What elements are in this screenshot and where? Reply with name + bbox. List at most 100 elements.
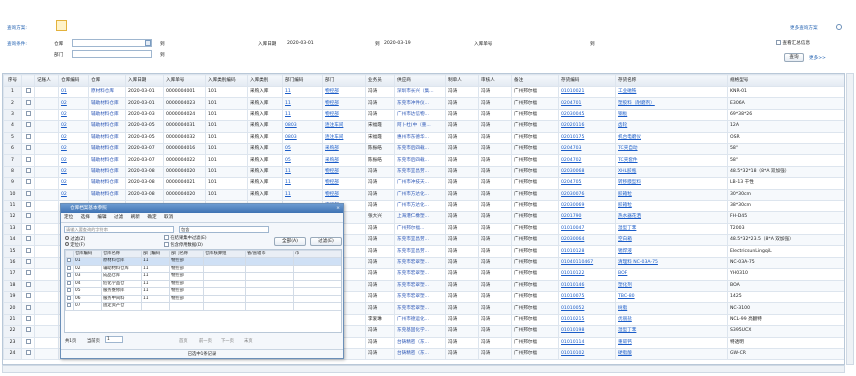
checkbox-icon[interactable] [25,350,31,356]
row-checkbox[interactable] [21,120,35,133]
checkbox-icon[interactable] [67,280,71,285]
vertical-scrollbar[interactable] [846,73,854,365]
row-checkbox[interactable] [21,347,35,361]
scheme-tag-icon[interactable] [56,20,67,31]
dialog-last-page[interactable]: 末页 [244,338,253,344]
row-checkbox[interactable] [21,131,35,144]
row-checkbox[interactable] [21,142,35,156]
dialog-row[interactable]: 05 服务维修库 11 物控部 [65,287,341,296]
dialog-close-icon[interactable]: × [336,204,340,213]
checkbox-icon[interactable] [25,327,31,333]
row-checkbox[interactable] [21,85,35,99]
tool-cancel[interactable]: 取消 [164,215,173,220]
date-to-input[interactable]: 2020-03-19 [384,41,411,46]
checkbox-icon[interactable] [25,270,31,276]
checkbox-icon[interactable] [25,293,31,299]
row-checkbox[interactable] [21,97,35,110]
dialog-row[interactable]: 03 成品仓库 11 物控部 [65,272,341,281]
dialog-row-checkbox[interactable] [65,272,74,281]
checkbox-icon[interactable] [67,303,71,307]
table-row[interactable]: 4 02 辅助材料仓库 2020-03-05 0000004031 101 采购入库 0803… [3,120,844,133]
dialog-col-header[interactable] [65,250,74,258]
tool-locate[interactable]: 定位 [64,215,73,220]
table-row[interactable]: 10 02 辅助材料仓库 2020-03-08 0000004020 101 采购入库 11 物… [3,188,844,201]
dialog-row[interactable]: 06 服务中间料 11 物控部 [65,294,341,303]
dialog-col-header[interactable]: 部门名称 [169,250,204,258]
row-checkbox[interactable] [21,199,35,213]
dialog-row-checkbox[interactable] [65,279,74,288]
dialog-row-checkbox[interactable] [65,264,74,273]
row-checkbox[interactable] [21,256,35,270]
tool-select[interactable]: 选择 [81,215,90,220]
dialog-row[interactable]: 02 辅助材料仓库 11 物控部 [65,264,341,273]
row-checkbox[interactable] [21,188,35,201]
chk-in-result[interactable]: 在结果集中过滤(E) [164,235,207,241]
checkbox-icon[interactable] [25,202,31,208]
row-checkbox[interactable] [21,313,35,327]
checkbox-icon[interactable] [25,133,31,139]
col-header[interactable]: 供应商 [394,74,446,87]
dialog-row-checkbox[interactable] [65,294,74,303]
col-header[interactable]: 制单人 [445,74,479,87]
summary-checkbox[interactable]: 查看汇总信息 [776,40,810,46]
warehouse-input[interactable] [72,39,152,47]
dialog-first-page[interactable]: 首页 [179,338,188,344]
checkbox-icon[interactable] [25,259,31,265]
checkbox-icon[interactable] [25,145,31,151]
table-row[interactable]: 8 02 辅助材料仓库 2020-03-08 0000004020 101 采购入库 11 物控… [3,165,844,179]
col-header[interactable]: 存货名称 [615,74,728,87]
table-row[interactable]: 9 02 辅助材料仓库 2020-03-08 0000004021 101 采购入库 11 物控… [3,177,844,190]
col-header[interactable]: 记账人 [34,74,59,87]
row-checkbox[interactable] [21,154,35,167]
checkbox-icon[interactable] [67,258,71,262]
dialog-contains-select[interactable]: 包含 [179,226,269,233]
checkbox-icon[interactable] [25,236,31,242]
dialog-filter-button[interactable]: 过滤(E) [310,237,342,246]
col-header[interactable]: 入库单号 [163,74,206,87]
checkbox-icon[interactable] [67,265,71,270]
dialog-col-header[interactable]: 仓库编码 [73,250,102,258]
checkbox-icon[interactable] [25,110,31,116]
horizontal-scrollbar[interactable] [2,365,845,373]
col-header[interactable]: 入库类别 [247,74,283,87]
row-checkbox[interactable] [21,291,35,304]
tool-ok[interactable]: 确定 [147,215,156,220]
table-row[interactable]: 3 02 辅助材料仓库 2020-03-03 0000004024 101 采购入库 11 物控… [3,108,844,122]
dialog-row-checkbox[interactable] [65,287,74,296]
col-header[interactable]: 部门编码 [282,74,323,87]
lookup-icon[interactable] [145,40,151,46]
dialog-row-checkbox[interactable] [65,302,74,311]
dialog-prev-page[interactable]: 前一页 [199,338,212,344]
checkbox-icon[interactable] [25,179,31,185]
checkbox-icon[interactable] [25,316,31,321]
col-header[interactable]: 仓库编码 [58,74,89,87]
radio-locate[interactable]: 定位(F) [65,242,85,248]
dialog-row[interactable]: 07 固定资产仓 [65,302,341,311]
checkbox-icon[interactable] [67,273,71,277]
row-checkbox[interactable] [21,177,35,190]
checkbox-icon[interactable] [25,88,31,94]
dialog-all-button[interactable]: 全部(A) [274,237,306,246]
col-header[interactable]: 备注 [511,74,559,87]
tool-refresh[interactable]: 刷新 [131,215,140,220]
dialog-row[interactable]: 01 原材料仓库 11 物控部 [65,257,341,266]
dialog-col-header[interactable]: 部门编码 [141,250,170,258]
checkbox-icon[interactable] [25,304,31,310]
dialog-col-header[interactable]: 仓库核算组 [203,250,246,258]
checkbox-icon[interactable] [25,99,31,105]
checkbox-icon[interactable] [25,156,31,162]
col-header[interactable]: 仓库 [88,74,126,87]
row-checkbox[interactable] [21,211,35,224]
col-header[interactable] [21,74,35,87]
col-header[interactable]: 入库日期 [125,74,164,87]
query-button[interactable]: 查询 [784,53,804,62]
dialog-next-page[interactable]: 下一页 [221,338,234,344]
row-checkbox[interactable] [21,302,35,315]
dialog-col-header[interactable]: 市 [293,250,341,258]
col-header[interactable]: 入库类别编码 [205,74,248,87]
dept-input[interactable] [72,50,152,58]
row-checkbox[interactable] [21,325,35,338]
table-row[interactable]: 6 02 辅助材料仓库 2020-03-07 0000004016 101 采购入库 05 采购… [3,142,844,156]
date-from-input[interactable]: 2020-03-01 [287,41,314,46]
checkbox-icon[interactable] [25,213,31,219]
